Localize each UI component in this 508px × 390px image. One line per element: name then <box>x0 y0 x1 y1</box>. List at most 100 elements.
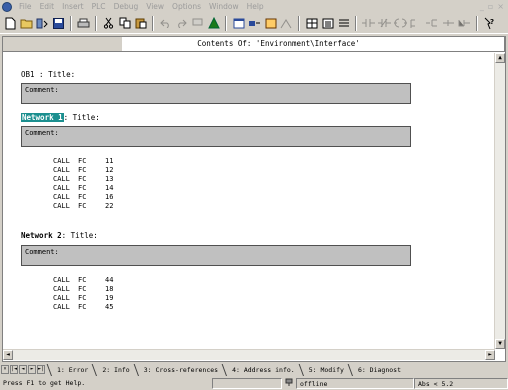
statement-line[interactable]: CALL FC 14 <box>53 184 113 192</box>
new-icon[interactable] <box>3 16 18 31</box>
network-2-title[interactable]: Network 2: Title: <box>21 231 98 240</box>
normally-open-contact-icon[interactable] <box>361 16 376 31</box>
scroll-right-icon[interactable]: ► <box>485 350 495 360</box>
details-icon[interactable] <box>320 16 335 31</box>
close-branch-icon[interactable] <box>457 16 472 31</box>
operand-type: FC <box>78 276 87 284</box>
next-tab-icon[interactable]: ► <box>28 365 36 374</box>
operand-number: 12 <box>105 166 114 174</box>
menu-file[interactable]: File <box>15 2 36 11</box>
network-2-comment-box[interactable]: Comment: <box>21 245 411 266</box>
scroll-up-icon[interactable]: ▲ <box>495 53 505 63</box>
first-tab-icon[interactable]: |◄ <box>10 365 18 374</box>
coil-icon[interactable] <box>393 16 408 31</box>
branch-close-icon[interactable] <box>425 16 440 31</box>
ob-comment-box[interactable]: Comment: <box>21 83 411 104</box>
module-icon[interactable] <box>263 16 278 31</box>
instruction: CALL <box>53 276 70 284</box>
menu-plc[interactable]: PLC <box>88 2 110 11</box>
statement-line[interactable]: CALL FC 12 <box>53 166 113 174</box>
cut-icon[interactable] <box>101 16 116 31</box>
print-icon[interactable] <box>76 16 91 31</box>
operand-number: 14 <box>105 184 114 192</box>
open-branch-icon[interactable] <box>441 16 456 31</box>
last-tab-icon[interactable]: ►| <box>37 365 45 374</box>
statement-line[interactable]: CALL FC 11 <box>53 157 113 165</box>
save-icon[interactable] <box>51 16 66 31</box>
network-1-title-suffix: : Title: <box>63 113 100 122</box>
instruction: CALL <box>53 285 70 293</box>
close-icon[interactable]: × <box>497 2 504 11</box>
status-bar: Press F1 to get Help. offline Abs < 5.2 <box>0 377 508 390</box>
ob-title[interactable]: OB1 : Title: <box>21 70 75 79</box>
editor-window: Contents Of: 'Environment\Interface' OB1… <box>2 36 506 362</box>
tab-error[interactable]: 1: Error <box>51 366 96 374</box>
menu-window[interactable]: Window <box>205 2 243 11</box>
menu-view[interactable]: View <box>142 2 168 11</box>
statement-line[interactable]: CALL FC 44 <box>53 276 113 284</box>
network-icon[interactable] <box>247 16 262 31</box>
menu-help[interactable]: Help <box>243 2 268 11</box>
branch-icon[interactable] <box>409 16 424 31</box>
operand-number: 11 <box>105 157 114 165</box>
overview-icon[interactable] <box>304 16 319 31</box>
menu-options[interactable]: Options <box>168 2 205 11</box>
statement-line[interactable]: CALL FC 18 <box>53 285 113 293</box>
vertical-scrollbar[interactable]: ▲ ▼ <box>494 53 505 349</box>
minimize-icon[interactable]: _ <box>480 2 484 11</box>
window-title-bar: Contents Of: 'Environment\Interface' <box>3 37 505 52</box>
tab-address-info[interactable]: 4: Address info. <box>226 366 303 374</box>
accessible-nodes-icon[interactable] <box>206 16 221 31</box>
operand-number: 18 <box>105 285 114 293</box>
download-icon[interactable] <box>35 16 50 31</box>
operand-type: FC <box>78 193 87 201</box>
tab-diagnostics[interactable]: 6: Diagnost <box>352 366 409 374</box>
app-icon[interactable] <box>2 1 12 12</box>
instruction: CALL <box>53 175 70 183</box>
svg-text:?: ? <box>490 18 494 26</box>
horizontal-scrollbar[interactable]: ◄ ► <box>3 349 495 360</box>
operand-type: FC <box>78 202 87 210</box>
comment-label: Comment: <box>25 129 59 137</box>
status-empty-pane <box>212 378 282 389</box>
tab-info[interactable]: 2: Info <box>96 366 137 374</box>
window-title: Contents Of: 'Environment\Interface' <box>123 37 505 51</box>
code-editor[interactable]: OB1 : Title: Comment: Network 1: Title: … <box>3 53 495 349</box>
undo-icon[interactable] <box>158 16 173 31</box>
toolbar-separator <box>225 15 227 31</box>
online-status-icon <box>282 378 296 389</box>
statement-line[interactable]: CALL FC 19 <box>53 294 113 302</box>
scroll-down-icon[interactable]: ▼ <box>495 339 505 349</box>
network-2-label[interactable]: Network 2 <box>21 231 62 240</box>
redo-icon[interactable] <box>174 16 189 31</box>
paste-icon[interactable] <box>133 16 148 31</box>
tab-cross-references[interactable]: 3: Cross-references <box>138 366 226 374</box>
prev-tab-icon[interactable]: ◄ <box>19 365 27 374</box>
network-1-comment-box[interactable]: Comment: <box>21 126 411 147</box>
operand-type: FC <box>78 157 87 165</box>
network-1-label[interactable]: Network 1 <box>21 113 64 122</box>
open-icon[interactable] <box>19 16 34 31</box>
help-icon[interactable]: ? <box>482 16 497 31</box>
list-icon[interactable] <box>336 16 351 31</box>
monitor-icon[interactable] <box>190 16 205 31</box>
normally-closed-contact-icon[interactable] <box>377 16 392 31</box>
monitor-on-off-icon[interactable] <box>279 16 294 31</box>
copy-icon[interactable] <box>117 16 132 31</box>
operand-number: 16 <box>105 193 114 201</box>
menu-insert[interactable]: Insert <box>58 2 88 11</box>
network-1-title[interactable]: Network 1: Title: <box>21 113 100 122</box>
restore-icon[interactable]: ▫ <box>488 2 493 11</box>
menu-debug[interactable]: Debug <box>110 2 143 11</box>
statement-line[interactable]: CALL FC 16 <box>53 193 113 201</box>
tab-modify[interactable]: 5: Modify <box>303 366 352 374</box>
window-controls: _ ▫ × <box>480 2 508 11</box>
statement-line[interactable]: CALL FC 13 <box>53 175 113 183</box>
statement-line[interactable]: CALL FC 45 <box>53 303 113 311</box>
statement-line[interactable]: CALL FC 22 <box>53 202 113 210</box>
window-icon[interactable] <box>231 16 246 31</box>
operand-number: 44 <box>105 276 114 284</box>
scroll-left-icon[interactable]: ◄ <box>3 350 13 360</box>
menu-edit[interactable]: Edit <box>36 2 59 11</box>
close-details-icon[interactable]: × <box>1 365 9 374</box>
